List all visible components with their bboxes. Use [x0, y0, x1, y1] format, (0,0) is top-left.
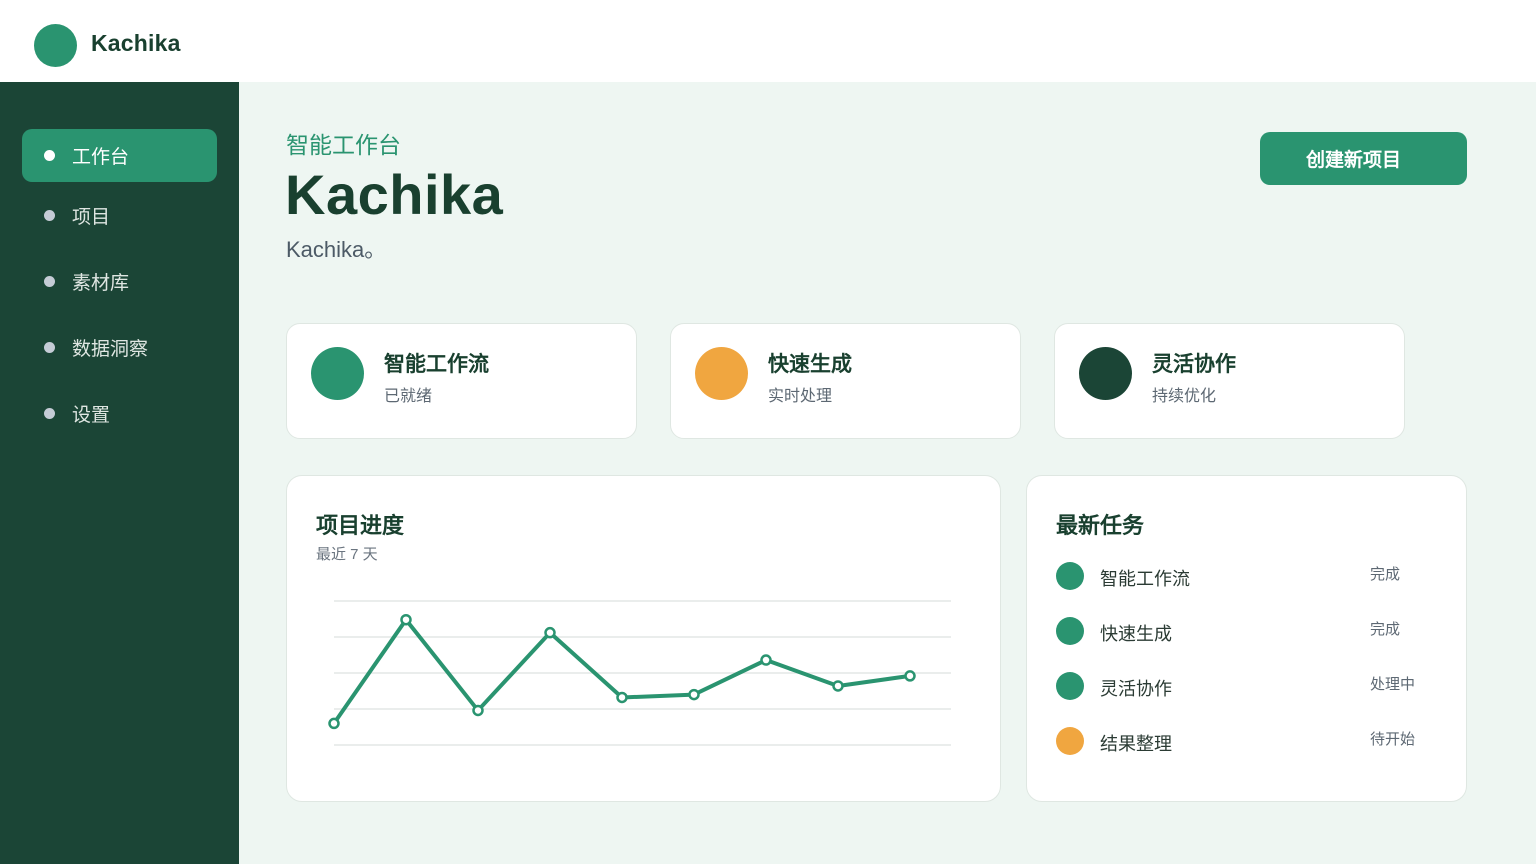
sidebar: 工作台 项目 素材库 数据洞察 设置 — [0, 82, 239, 864]
status-dot-icon — [311, 347, 364, 400]
feature-card-workflow[interactable]: 智能工作流 已就绪 — [286, 323, 637, 439]
task-status-dot-icon — [1056, 562, 1084, 590]
chart-data-point[interactable] — [688, 688, 700, 701]
task-name: 灵活协作 — [1100, 679, 1172, 699]
dot-icon — [44, 150, 55, 161]
sidebar-item-insights[interactable]: 数据洞察 — [22, 321, 217, 374]
task-status-dot-icon — [1056, 617, 1084, 645]
feature-card-generate[interactable]: 快速生成 实时处理 — [670, 323, 1021, 439]
progress-panel: 项目进度 最近 7 天 — [286, 475, 1001, 802]
chart-series-line — [332, 617, 912, 726]
dot-icon — [44, 342, 55, 353]
status-dot-icon — [1079, 347, 1132, 400]
page-subtitle: Kachika。 — [286, 237, 387, 262]
task-name: 快速生成 — [1100, 624, 1172, 644]
sidebar-item-settings[interactable]: 设置 — [22, 387, 217, 440]
chart-data-point[interactable] — [400, 613, 412, 626]
task-name: 智能工作流 — [1100, 569, 1190, 589]
tasks-panel: 最新任务 智能工作流 完成 快速生成 完成 灵活协作 处理中 结果整理 待开始 — [1026, 475, 1467, 802]
sidebar-item-label: 素材库 — [72, 273, 130, 294]
status-dot-icon — [695, 347, 748, 400]
brand-logo-icon — [34, 24, 77, 67]
chart-data-point[interactable] — [760, 654, 772, 666]
task-status-dot-icon — [1056, 727, 1084, 755]
feature-card-collaborate[interactable]: 灵活协作 持续优化 — [1054, 323, 1405, 439]
dot-icon — [44, 276, 55, 287]
chart-data-point[interactable] — [544, 626, 556, 639]
sidebar-item-label: 工作台 — [72, 147, 130, 168]
dot-icon — [44, 210, 55, 221]
chart-data-point[interactable] — [904, 670, 916, 682]
chart-data-point[interactable] — [616, 691, 628, 704]
dot-icon — [44, 408, 55, 419]
task-row[interactable]: 结果整理 待开始 — [1056, 727, 1436, 759]
task-status: 完成 — [1370, 621, 1401, 638]
feature-subtitle: 实时处理 — [768, 388, 833, 405]
task-status: 处理中 — [1370, 676, 1416, 693]
top-bar: Kachika — [0, 0, 1536, 82]
chart-data-point[interactable] — [472, 704, 484, 717]
page-title: Kachika — [285, 163, 504, 226]
brand-name: Kachika — [91, 30, 181, 56]
feature-title: 快速生成 — [768, 353, 852, 376]
task-status-dot-icon — [1056, 672, 1084, 700]
task-row[interactable]: 快速生成 完成 — [1056, 617, 1436, 649]
chart-data-point[interactable] — [832, 680, 844, 692]
task-name: 结果整理 — [1100, 734, 1172, 754]
feature-subtitle: 已就绪 — [384, 388, 433, 405]
main-content: 智能工作台 Kachika Kachika。 创建新项目 智能工作流 已就绪 快… — [239, 82, 1536, 864]
sidebar-item-label: 项目 — [72, 207, 111, 228]
feature-title: 灵活协作 — [1152, 353, 1236, 376]
progress-line-chart — [328, 600, 951, 746]
feature-subtitle: 持续优化 — [1152, 388, 1217, 405]
create-project-button[interactable]: 创建新项目 — [1260, 132, 1467, 185]
sidebar-item-label: 数据洞察 — [72, 339, 149, 360]
task-status: 待开始 — [1370, 731, 1416, 748]
sidebar-item-assets[interactable]: 素材库 — [22, 255, 217, 308]
chart-data-point[interactable] — [328, 717, 340, 730]
task-row[interactable]: 灵活协作 处理中 — [1056, 672, 1436, 704]
task-status: 完成 — [1370, 566, 1401, 583]
sidebar-item-projects[interactable]: 项目 — [22, 189, 217, 242]
page-eyebrow: 智能工作台 — [286, 132, 401, 158]
sidebar-item-workbench[interactable]: 工作台 — [22, 129, 217, 182]
task-row[interactable]: 智能工作流 完成 — [1056, 562, 1436, 594]
tasks-title: 最新任务 — [1056, 513, 1145, 538]
sidebar-item-label: 设置 — [72, 405, 111, 426]
feature-title: 智能工作流 — [384, 353, 489, 376]
